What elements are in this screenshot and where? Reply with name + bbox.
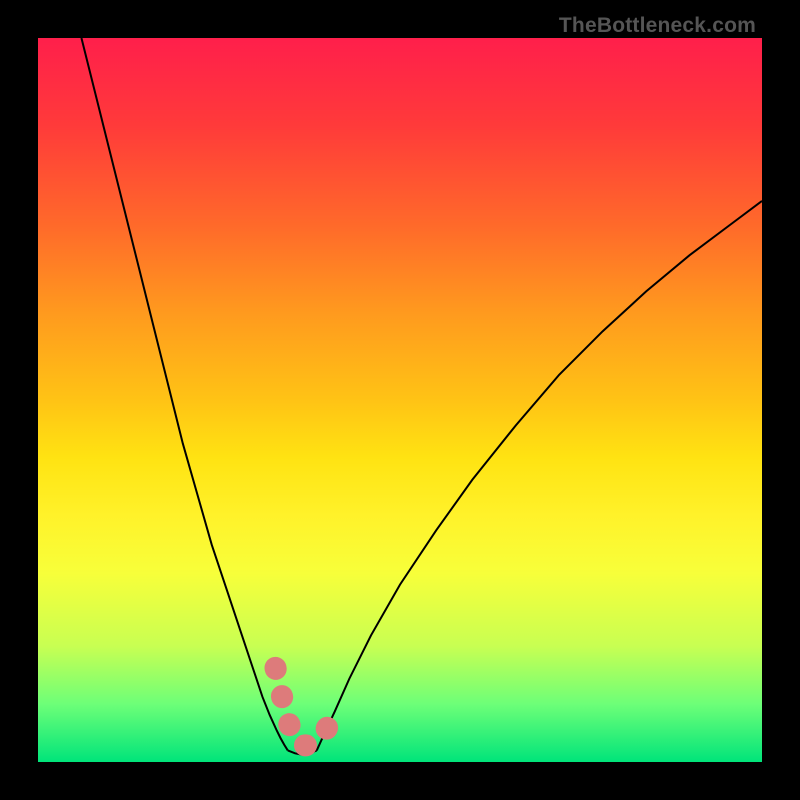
valley-marker bbox=[275, 668, 334, 745]
chart-frame: TheBottleneck.com bbox=[0, 0, 800, 800]
marker-layer bbox=[0, 0, 800, 800]
watermark-text: TheBottleneck.com bbox=[559, 14, 756, 38]
